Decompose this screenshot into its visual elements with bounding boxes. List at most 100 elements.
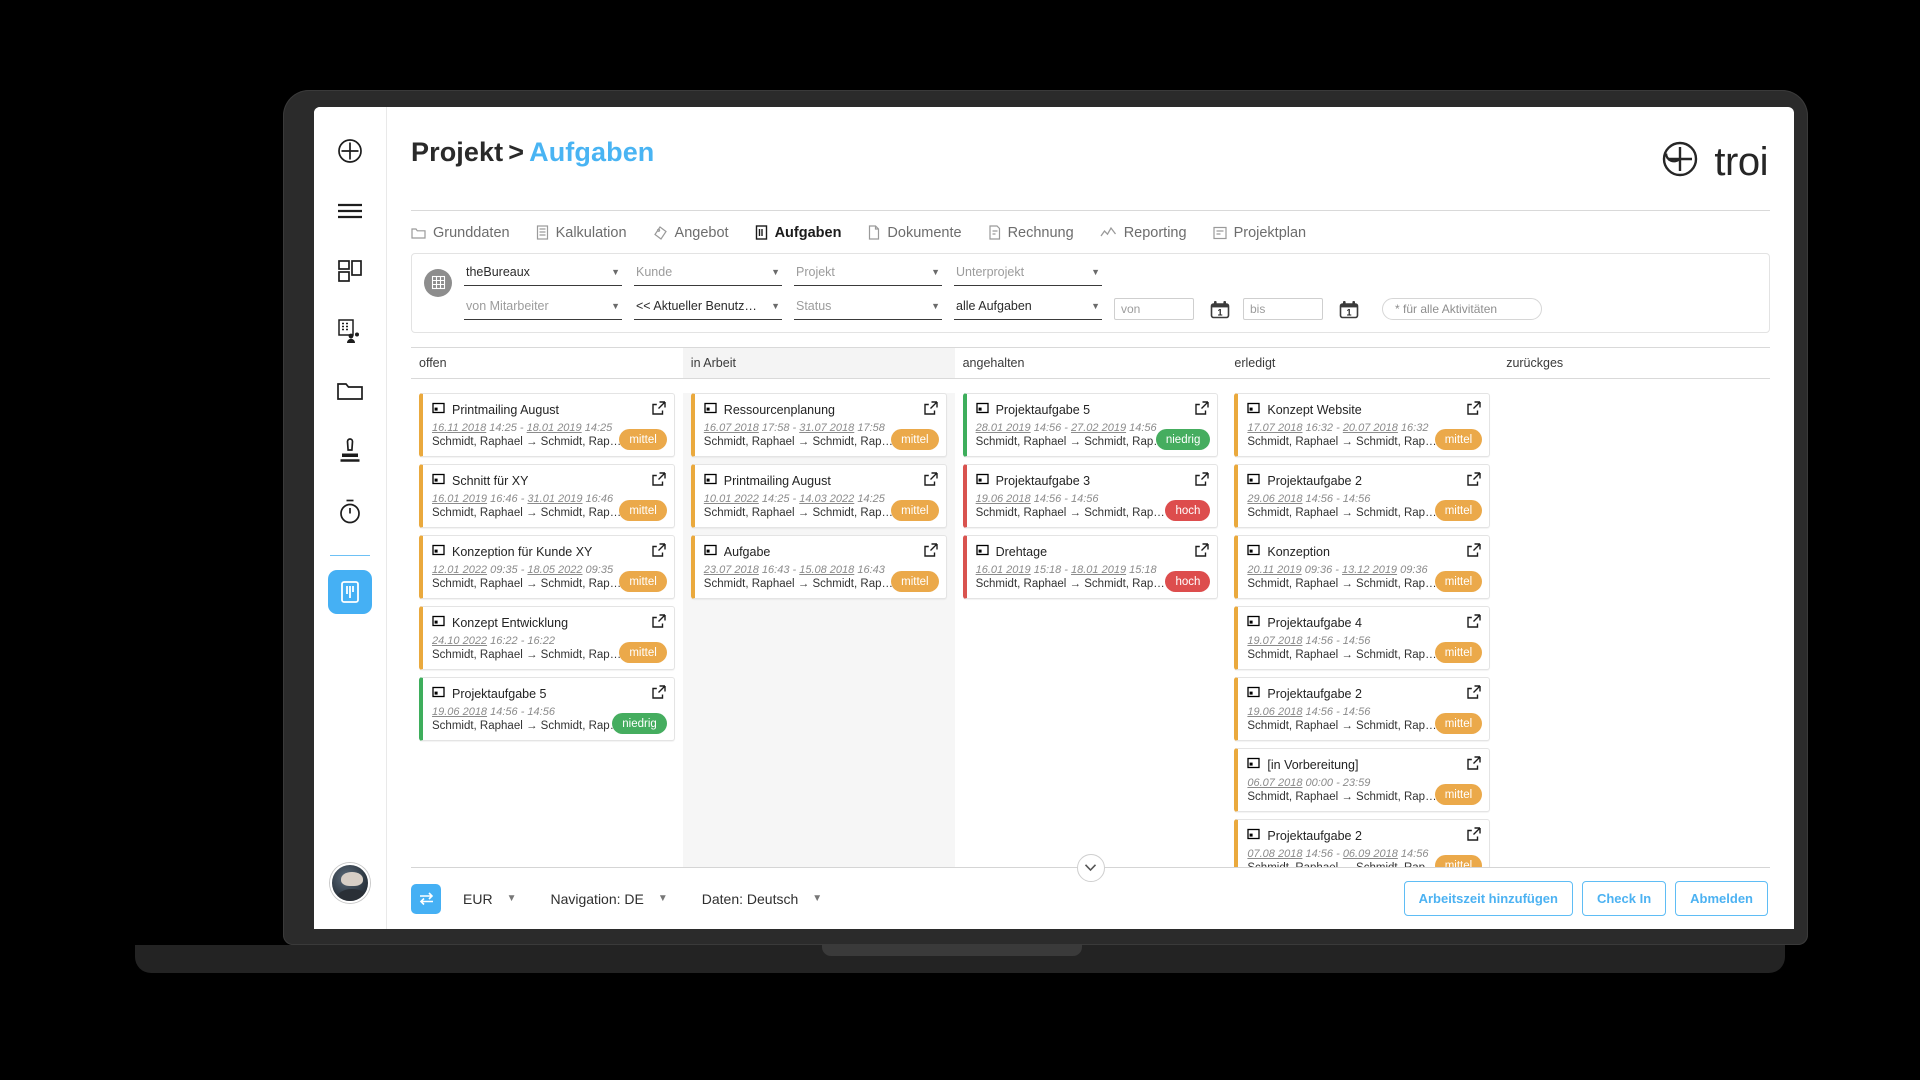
avatar[interactable]: [330, 863, 370, 903]
open-external-icon[interactable]: [652, 614, 666, 633]
tab-projektplan[interactable]: Projektplan: [1212, 225, 1306, 241]
collapse-panel-button[interactable]: [1076, 854, 1105, 883]
logout-button[interactable]: Abmelden: [1675, 881, 1768, 916]
tab-label: Reporting: [1123, 224, 1187, 241]
kanban-board: Printmailing August 16.11 2018 14:25 - 18…: [411, 393, 1770, 868]
open-external-icon[interactable]: [652, 401, 666, 420]
task-card[interactable]: Projektaufgabe 2 07.08 2018 14:56 - 06.09…: [1234, 819, 1491, 868]
task-card[interactable]: Projektaufgabe 2 19.06 2018 14:56 - 14:56…: [1234, 677, 1491, 742]
unterprojekt-select[interactable]: Unterprojekt ▼: [954, 264, 1102, 286]
priority-badge: mittel: [891, 500, 939, 522]
task-card[interactable]: Projektaufgabe 2 29.06 2018 14:56 - 14:56…: [1234, 464, 1491, 529]
date-from-input[interactable]: von: [1114, 297, 1194, 320]
sidebar-item-dashboard[interactable]: [328, 249, 372, 293]
tab-label: Angebot: [674, 224, 729, 241]
sidebar-item-add[interactable]: [328, 129, 372, 173]
aufgaben-select[interactable]: alle Aufgaben ▼: [954, 298, 1102, 320]
open-external-icon[interactable]: [1467, 827, 1481, 846]
sidebar-item-menu[interactable]: [328, 189, 372, 233]
add-worktime-button[interactable]: Arbeitszeit hinzufügen: [1403, 881, 1573, 916]
sidebar-item-tasks-board[interactable]: [328, 570, 372, 614]
open-external-icon[interactable]: [1467, 401, 1481, 420]
chevron-down-icon: ▼: [931, 267, 940, 278]
tab-grunddaten[interactable]: Grunddaten: [411, 225, 510, 241]
swap-arrows-icon[interactable]: [411, 883, 441, 914]
sidebar-item-projects[interactable]: [328, 369, 372, 413]
column-header-in-arbeit[interactable]: in Arbeit: [682, 347, 955, 379]
tab-rechnung[interactable]: Rechnung: [988, 225, 1074, 241]
sidebar-item-time-tracking[interactable]: [328, 489, 372, 533]
company-contacts-icon: [337, 318, 363, 344]
app-screen: Projekt > Aufgaben troi Grunddaten Kalku…: [314, 107, 1794, 929]
open-external-icon[interactable]: [652, 543, 666, 562]
task-card[interactable]: Konzeption für Kunde XY 12.01 2022 09:35 …: [419, 535, 675, 600]
laptop-base-notch: [822, 945, 1082, 956]
task-card[interactable]: Projektaufgabe 5 19.06 2018 14:56 - 14:56…: [419, 677, 675, 742]
column-header-erledigt[interactable]: erledigt: [1226, 348, 1498, 378]
sidebar-item-contacts[interactable]: [328, 309, 372, 353]
mitarbeiter-select[interactable]: von Mitarbeiter ▼: [464, 298, 622, 320]
status-select[interactable]: Status ▼: [794, 298, 942, 320]
task-card[interactable]: [in Vorbereitung] 06.07 2018 00:00 - 23:5…: [1234, 748, 1491, 813]
task-card[interactable]: Konzeption 20.11 2019 09:36 - 13.12 2019 …: [1234, 535, 1491, 600]
open-external-icon[interactable]: [1195, 401, 1210, 420]
open-external-icon[interactable]: [1467, 685, 1481, 704]
tab-angebot[interactable]: Angebot: [653, 225, 729, 241]
task-card[interactable]: Konzept Entwicklung 24.10 2022 16:22 - 16…: [419, 606, 675, 671]
data-language-select[interactable]: Daten: Deutsch ▼: [702, 891, 822, 907]
open-external-icon[interactable]: [652, 472, 666, 491]
tab-aufgaben[interactable]: Aufgaben: [755, 225, 841, 241]
open-external-icon[interactable]: [1195, 472, 1210, 491]
tab-label: Dokumente: [887, 224, 962, 241]
task-title: Aufgabe: [723, 545, 771, 560]
dashboard-blocks-icon: [337, 259, 363, 283]
task-card[interactable]: Projektaufgabe 5 28.01 2019 14:56 - 27.02…: [962, 393, 1219, 458]
task-card[interactable]: Printmailing August 10.01 2022 14:25 - 14…: [690, 464, 947, 529]
currency-select[interactable]: EUR ▼: [463, 891, 516, 907]
sidebar-item-approvals[interactable]: [328, 429, 372, 473]
client-group-select[interactable]: theBureaux ▼: [464, 264, 622, 286]
benutzer-select[interactable]: << Aktueller Benutzer >> ▼: [634, 298, 782, 320]
task-card[interactable]: Projektaufgabe 3 19.06 2018 14:56 - 14:56…: [962, 464, 1219, 529]
breadcrumb-parent[interactable]: Projekt: [411, 137, 503, 167]
tab-dokumente[interactable]: Dokumente: [867, 224, 962, 241]
task-card[interactable]: Konzept Website 17.07 2018 16:32 - 20.07 …: [1234, 393, 1491, 458]
date-to-input[interactable]: bis: [1243, 297, 1323, 320]
open-external-icon[interactable]: [923, 543, 938, 562]
task-card[interactable]: Drehtage 16.01 2019 15:18 - 18.01 2019 15…: [962, 535, 1219, 600]
stamp-icon: [338, 438, 362, 464]
grid-icon[interactable]: [424, 268, 452, 297]
column-header-angehalten[interactable]: angehalten: [955, 348, 1227, 378]
task-card-icon: [1247, 756, 1261, 774]
select-value: Projekt: [796, 265, 835, 280]
open-external-icon[interactable]: [923, 401, 938, 420]
navigation-language-select[interactable]: Navigation: DE ▼: [550, 891, 667, 907]
task-card[interactable]: Printmailing August 16.11 2018 14:25 - 18…: [419, 393, 675, 458]
projekt-select[interactable]: Projekt ▼: [794, 264, 942, 286]
kunde-select[interactable]: Kunde ▼: [634, 264, 782, 286]
calendar-icon-from[interactable]: 1: [1209, 299, 1231, 320]
open-external-icon[interactable]: [1467, 614, 1481, 633]
calendar-icon-to[interactable]: 1: [1338, 299, 1360, 320]
open-external-icon[interactable]: [1467, 472, 1481, 491]
task-card[interactable]: Ressourcenplanung 16.07 2018 17:58 - 31.0…: [690, 393, 947, 458]
task-title: Konzeption für Kunde XY: [452, 545, 593, 560]
column-header-offen[interactable]: offen: [411, 348, 683, 378]
tab-kalkulation[interactable]: Kalkulation: [536, 225, 627, 241]
open-external-icon[interactable]: [1467, 756, 1481, 775]
tab-reporting[interactable]: Reporting: [1100, 225, 1187, 241]
open-external-icon[interactable]: [1195, 543, 1210, 562]
check-in-button[interactable]: Check In: [1581, 881, 1667, 916]
column-header-zurueckges[interactable]: zurückges: [1498, 348, 1770, 378]
task-card[interactable]: Aufgabe 23.07 2018 16:43 - 15.08 2018 16:…: [690, 535, 947, 600]
open-external-icon[interactable]: [1467, 543, 1481, 562]
select-value: Kunde: [636, 265, 673, 280]
open-external-icon[interactable]: [652, 685, 666, 704]
board-column-0: Printmailing August 16.11 2018 14:25 - 18…: [411, 393, 683, 867]
open-external-icon[interactable]: [923, 472, 938, 491]
task-card-icon: [704, 543, 717, 561]
task-card[interactable]: Projektaufgabe 4 19.07 2018 14:56 - 14:56…: [1234, 606, 1491, 671]
task-card[interactable]: Schnitt für XY 16.01 2019 16:46 - 31.01 2…: [419, 464, 675, 529]
activity-filter-input[interactable]: * für alle Aktivitäten: [1382, 297, 1542, 320]
hamburger-menu-icon: [336, 201, 364, 221]
